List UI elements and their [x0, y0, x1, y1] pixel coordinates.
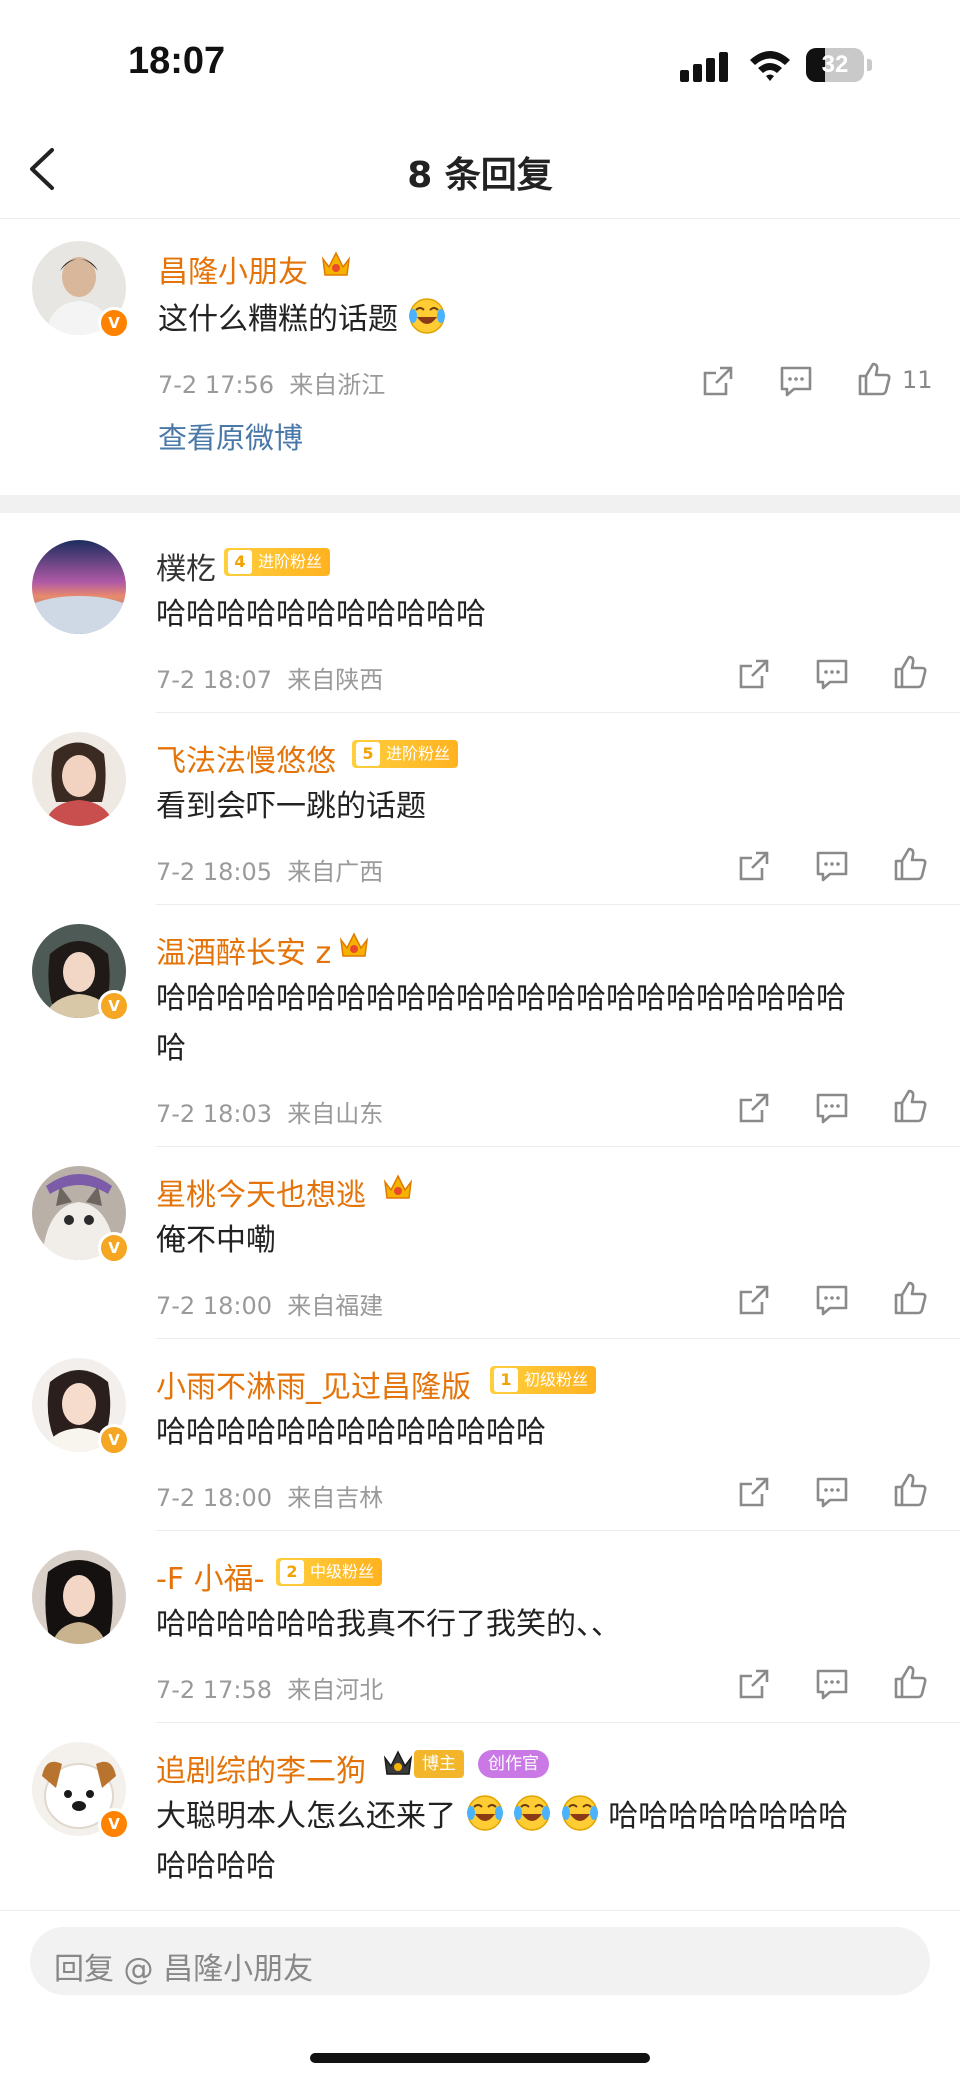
verified-badge: V: [98, 1808, 130, 1840]
comment-text: 这什么糟糕的话题: [158, 295, 446, 345]
share-icon[interactable]: [736, 656, 772, 692]
page-title: 8 条回复: [407, 155, 553, 196]
reply-meta: 7-2 18:07 来自陕西: [156, 666, 384, 694]
verified-badge: V: [98, 1424, 130, 1456]
reply-text: 哈哈哈哈哈哈哈哈哈哈哈哈哈: [156, 1415, 546, 1450]
comment-icon[interactable]: [814, 1474, 850, 1510]
username[interactable]: 飞法法慢悠悠: [156, 736, 336, 780]
reply-bar: 回复 @ 昌隆小朋友: [0, 1910, 960, 2082]
reply-placeholder: 回复 @ 昌隆小朋友: [54, 1952, 314, 1987]
laughing-cry-emoji-icon: [466, 1795, 503, 1831]
laughing-cry-emoji-icon: [561, 1795, 598, 1831]
reply-text: 哈哈哈哈哈哈哈哈哈哈哈: [156, 597, 486, 632]
row-divider: [156, 712, 960, 713]
verified-badge: V: [98, 1232, 130, 1264]
comment-icon[interactable]: [814, 1282, 850, 1318]
like-icon[interactable]: [856, 361, 892, 397]
comment-meta: 7-2 17:56 来自浙江: [158, 371, 386, 399]
fan-badge: 2 中级粉丝: [276, 1558, 383, 1586]
comment-icon[interactable]: [814, 656, 850, 692]
section-divider: [0, 495, 960, 513]
crown-icon: [383, 1174, 413, 1199]
avatar[interactable]: [32, 1550, 126, 1644]
share-icon[interactable]: [700, 363, 736, 399]
fan-badge: 5 进阶粉丝: [352, 740, 459, 768]
username[interactable]: 追剧综的李二狗: [156, 1746, 366, 1790]
nav-bar: 8 条回复: [0, 120, 960, 219]
status-time: 18:07: [128, 40, 226, 82]
username[interactable]: -F 小福-: [156, 1554, 264, 1598]
reply-meta: 7-2 18:00 来自福建: [156, 1292, 384, 1320]
reply-text: 俺不中嘞: [156, 1223, 276, 1258]
share-icon[interactable]: [736, 1282, 772, 1318]
like-icon[interactable]: [892, 1664, 928, 1700]
blogger-badge: 博主: [414, 1750, 464, 1778]
reply-meta: 7-2 18:03 来自山东: [156, 1100, 384, 1128]
verified-badge: V: [98, 307, 130, 339]
fan-badge: 1 初级粉丝: [490, 1366, 597, 1394]
reply-text: 哈哈哈哈哈哈哈哈哈哈哈哈哈哈哈哈哈哈哈哈哈哈哈 哈: [156, 981, 846, 1066]
like-count: 11: [902, 366, 933, 394]
comment-icon[interactable]: [814, 1090, 850, 1126]
status-bar: 18:07 32: [0, 0, 960, 120]
original-comment: V 昌隆小朋友 这什么糟糕的话题 7-2 17:56 来自浙江 11 查看原微博: [0, 219, 960, 495]
fan-badge: 4 进阶粉丝: [224, 548, 331, 576]
share-icon[interactable]: [736, 1474, 772, 1510]
laughing-cry-emoji-icon: [514, 1795, 551, 1831]
crown-icon: [321, 251, 351, 276]
reply-meta: 7-2 17:58 来自河北: [156, 1676, 384, 1704]
battery-icon: 32: [806, 48, 872, 82]
signal-icon: [680, 52, 730, 82]
like-icon[interactable]: [892, 1088, 928, 1124]
username[interactable]: 樸杚: [156, 544, 216, 588]
comment-icon[interactable]: [814, 848, 850, 884]
crown-icon: [383, 1750, 413, 1775]
share-icon[interactable]: [736, 1090, 772, 1126]
username[interactable]: 星桃今天也想逃: [156, 1170, 366, 1214]
laughing-cry-emoji-icon: [408, 298, 445, 334]
battery-level: 32: [821, 51, 849, 78]
row-divider: [156, 1530, 960, 1531]
reply-input[interactable]: 回复 @ 昌隆小朋友: [30, 1927, 930, 1995]
verified-badge: V: [98, 990, 130, 1022]
row-divider: [156, 1338, 960, 1339]
wifi-icon: [750, 51, 790, 81]
home-indicator[interactable]: [310, 2053, 650, 2063]
like-icon[interactable]: [892, 1472, 928, 1508]
row-divider: [156, 1146, 960, 1147]
like-icon[interactable]: [892, 1280, 928, 1316]
crown-icon: [339, 932, 369, 957]
avatar[interactable]: [32, 540, 126, 634]
username[interactable]: 小雨不淋雨_见过昌隆版: [156, 1362, 471, 1406]
row-divider: [156, 904, 960, 905]
comment-icon[interactable]: [814, 1666, 850, 1702]
username[interactable]: 昌隆小朋友: [158, 247, 308, 291]
comment-icon[interactable]: [778, 363, 814, 399]
row-divider: [156, 1722, 960, 1723]
username[interactable]: 温酒醉长安 z: [156, 928, 331, 972]
reply-text: 看到会吓一跳的话题: [156, 789, 426, 824]
creator-badge: 创作官: [478, 1750, 549, 1778]
avatar[interactable]: [32, 732, 126, 826]
like-icon[interactable]: [892, 846, 928, 882]
reply-text: 大聪明本人怎么还来了 哈哈哈哈哈哈哈哈 哈哈哈哈: [156, 1792, 946, 1892]
reply-meta: 7-2 18:05 来自广西: [156, 858, 384, 886]
like-icon[interactable]: [892, 654, 928, 690]
share-icon[interactable]: [736, 848, 772, 884]
reply-meta: 7-2 18:00 来自吉林: [156, 1484, 384, 1512]
reply-text: 哈哈哈哈哈哈我真不行了我笑的、、: [156, 1607, 621, 1642]
share-icon[interactable]: [736, 1666, 772, 1702]
view-original-link[interactable]: 查看原微博: [158, 415, 303, 457]
